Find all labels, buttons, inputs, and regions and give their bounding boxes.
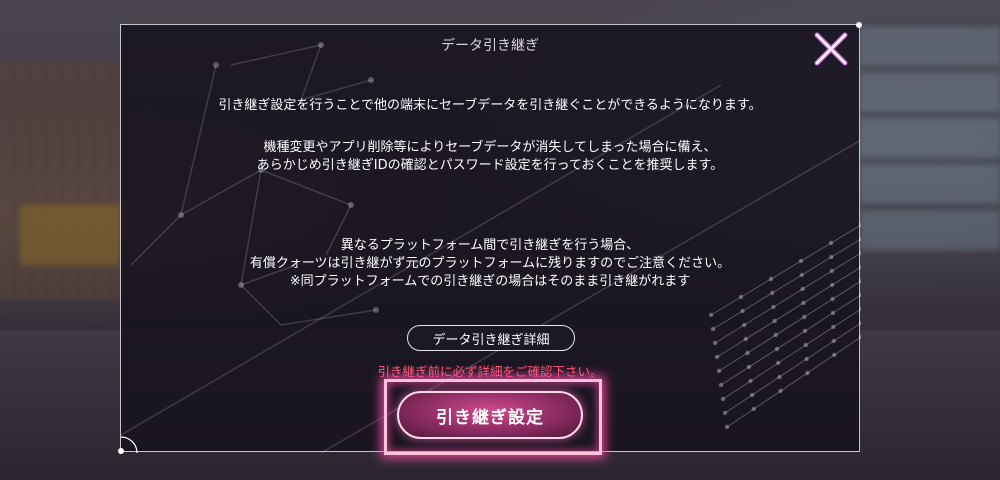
text-line: 異なるプラットフォーム間で引き継ぎを行う場合、 <box>340 238 640 253</box>
backup-recommendation-text: 機種変更やアプリ削除等によりセーブデータが消失してしまった場合に備え、 あらかじ… <box>121 139 859 175</box>
dialog-title: データ引き継ぎ <box>441 38 539 54</box>
corner-dot-top-right <box>856 22 862 28</box>
close-x-icon <box>814 32 848 66</box>
transfer-setup-button[interactable]: 引き継ぎ設定 <box>397 391 583 439</box>
intro-text: 引き継ぎ設定を行うことで他の端末にセーブデータを引き継ぐことができるようになりま… <box>218 98 762 113</box>
platform-notice-text: 異なるプラットフォーム間で引き継ぎを行う場合、 有償クォーツは引き継がず元のプラ… <box>121 237 859 291</box>
corner-dot-bottom-left <box>118 448 124 454</box>
text-line: ※同プラットフォームでの引き継ぎの場合はそのまま引き継がれます <box>289 274 691 289</box>
data-transfer-dialog: データ引き継ぎ 引き継ぎ設定を行うことで他の端末にセーブデータを引き継ぐことがで… <box>118 22 862 455</box>
background-windows <box>860 20 1000 250</box>
text-line: 有償クォーツは引き継がず元のプラットフォームに残りますのでご注意ください。 <box>249 256 731 271</box>
warning-text: 引き継ぎ前に必ず詳細をご確認下さい。 <box>377 364 603 379</box>
text-line: 機種変更やアプリ削除等によりセーブデータが消失してしまった場合に備え、 <box>263 140 717 155</box>
background-bench <box>20 205 120 265</box>
transfer-details-button[interactable]: データ引き継ぎ詳細 <box>407 325 575 351</box>
text-line: あらかじめ引き継ぎIDの確認とパスワード設定を行っておくことを推奨します。 <box>256 158 724 173</box>
close-button[interactable] <box>813 31 849 67</box>
